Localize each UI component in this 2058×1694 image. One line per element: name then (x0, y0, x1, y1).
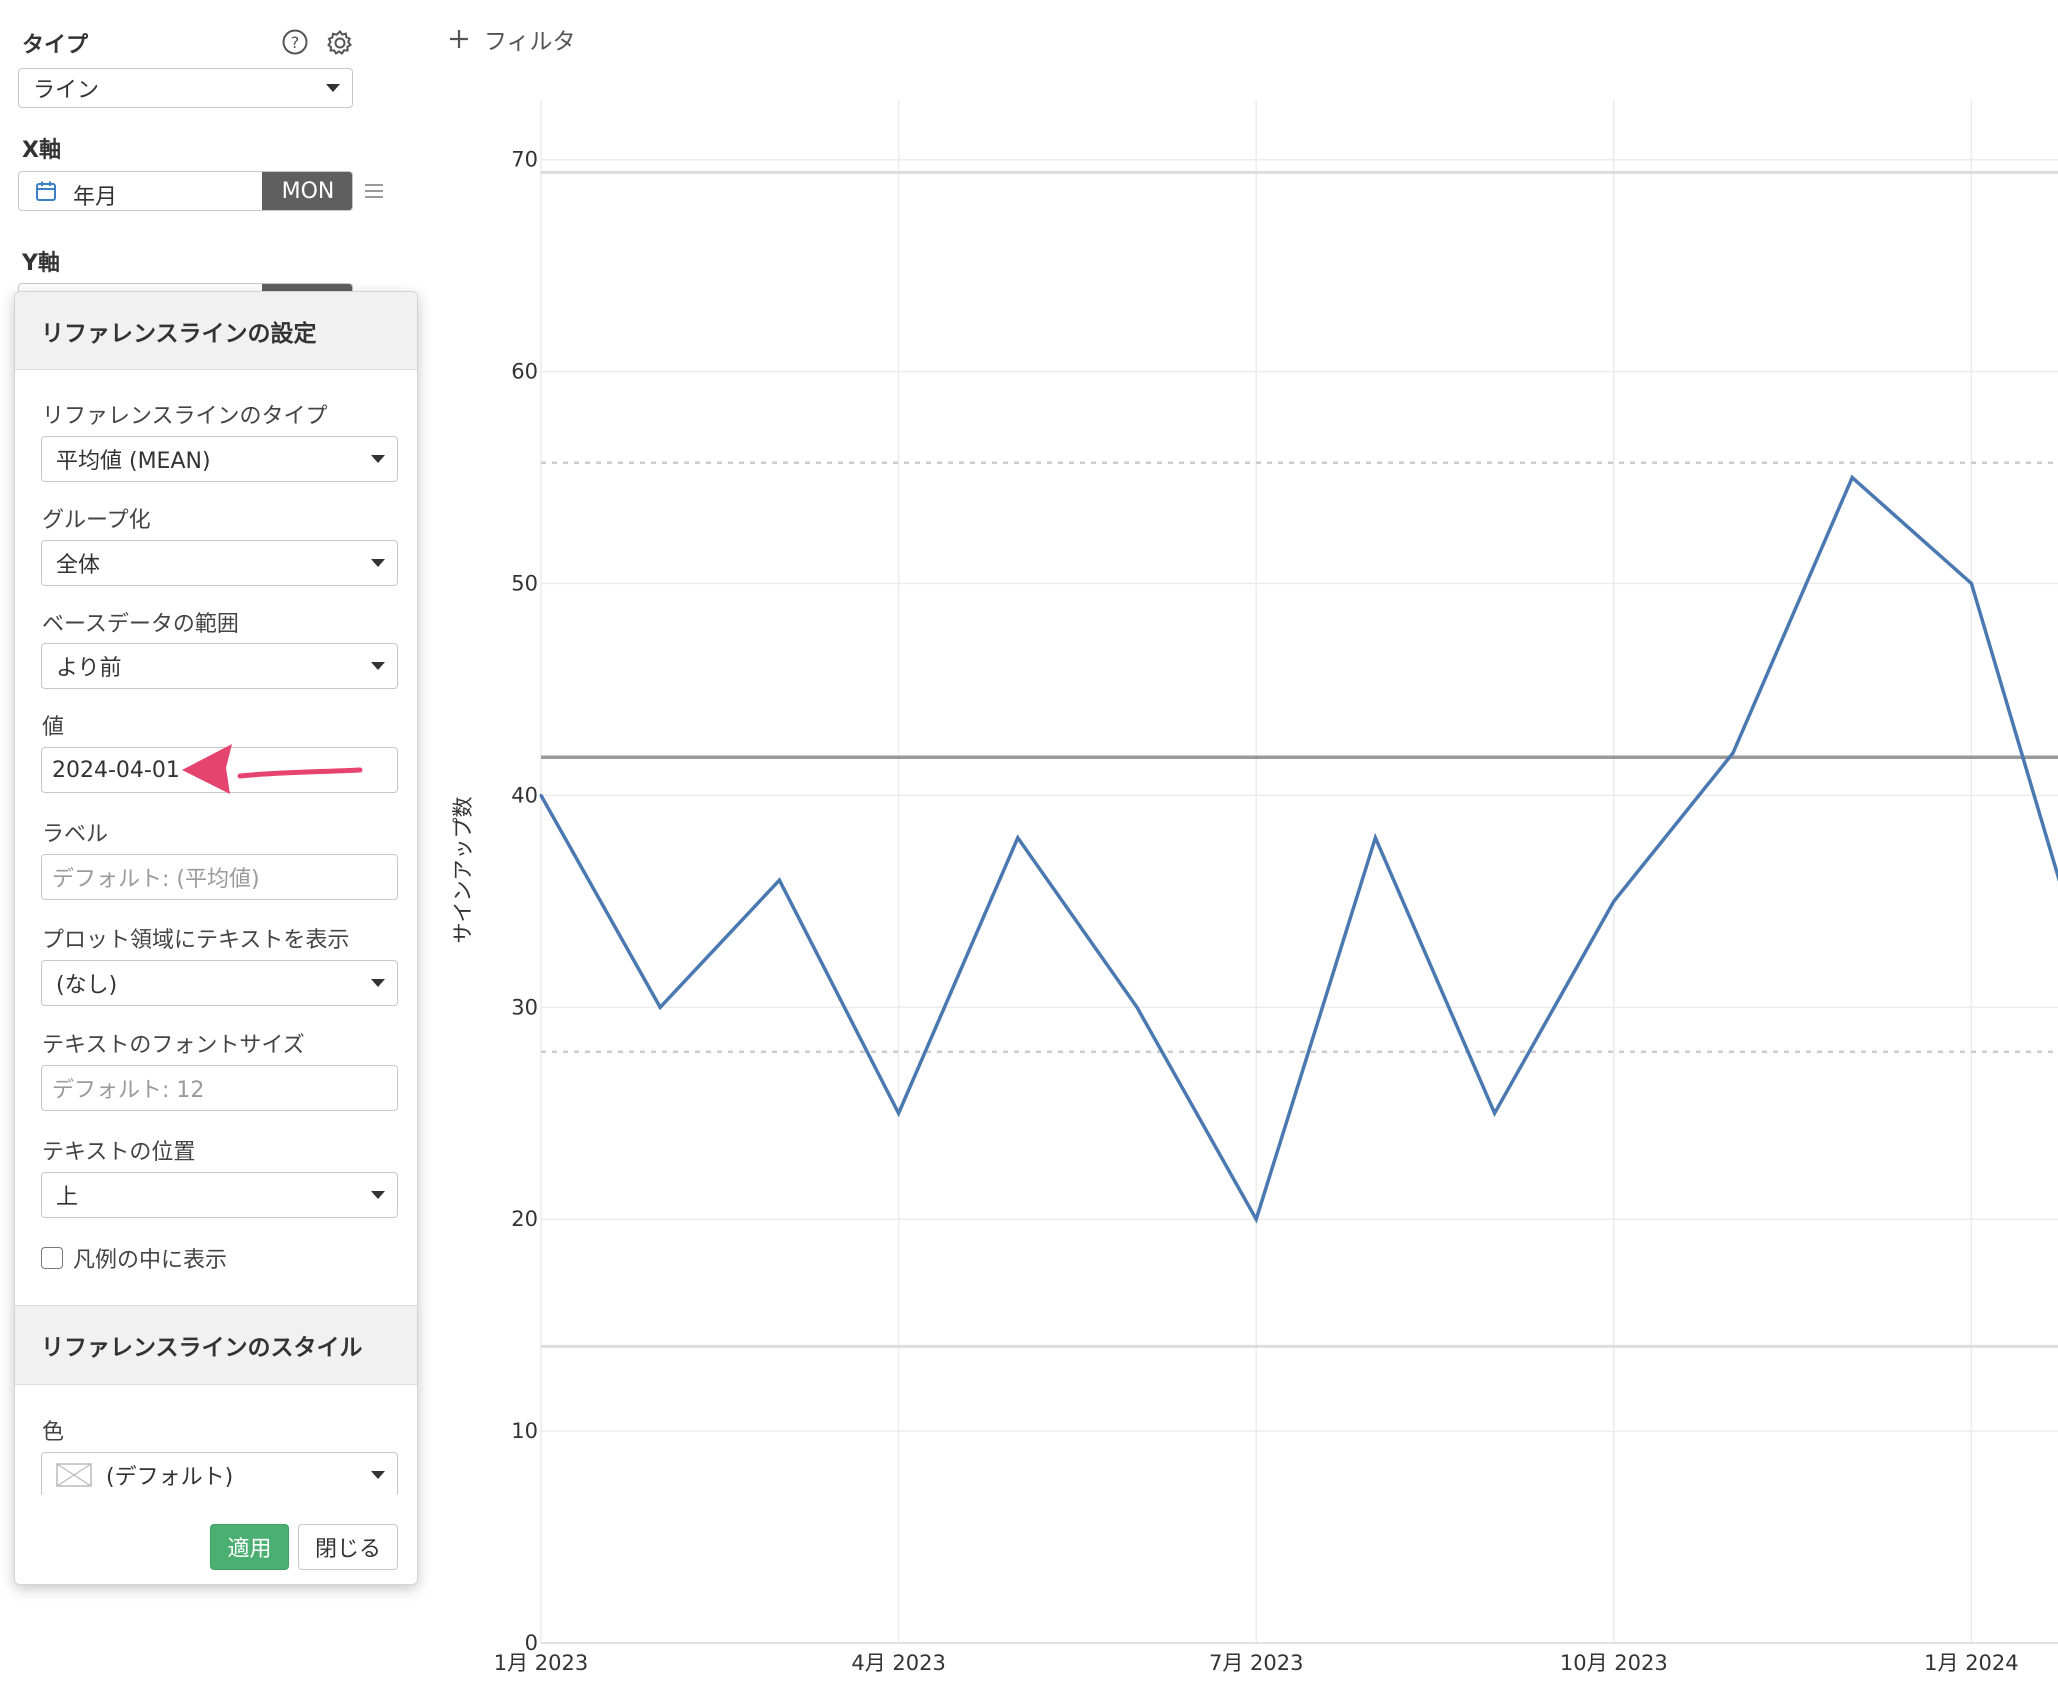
line-type-label: リファレンスラインのタイプ (42, 404, 328, 429)
text-position-value: 上 (56, 1185, 79, 1210)
data-point (658, 1005, 662, 1009)
chevron-down-icon (371, 662, 385, 670)
y-tick-label: 30 (511, 995, 538, 1019)
x-tick-label: 1月 2023 (494, 1651, 588, 1675)
close-button[interactable]: 閉じる (298, 1524, 398, 1570)
data-point (1016, 836, 1020, 840)
legend-checkbox[interactable] (41, 1247, 63, 1269)
grouping-select[interactable]: 全体 (41, 540, 398, 586)
text-display-label: プロット領域にテキストを表示 (42, 928, 350, 953)
reference-line-popover: リファレンスラインの設定 リファレンスラインのタイプ 平均値 (MEAN) グル… (14, 291, 418, 1585)
font-size-input[interactable]: デフォルト: 12 (41, 1065, 398, 1111)
no-color-swatch-icon (56, 1463, 92, 1487)
x-tick-label: 1月 2024 (1924, 1651, 2018, 1675)
y-tick-label: 40 (511, 783, 538, 807)
data-point (1254, 1217, 1258, 1221)
color-value: (デフォルト) (106, 1465, 234, 1490)
y-tick-label: 50 (511, 572, 538, 596)
grouping-value: 全体 (56, 553, 101, 578)
base-range-value: より前 (56, 656, 122, 681)
data-point (1135, 1005, 1139, 1009)
base-range-select[interactable]: より前 (41, 643, 398, 689)
y-tick-label: 20 (511, 1207, 538, 1231)
label-field-label: ラベル (42, 822, 109, 847)
line-type-value: 平均値 (MEAN) (56, 449, 211, 474)
value-input-text: 2024-04-01 (52, 757, 180, 783)
annotation-arrow (182, 744, 363, 794)
y-tick-label: 60 (511, 360, 538, 384)
apply-button[interactable]: 適用 (210, 1524, 289, 1570)
label-input-placeholder: デフォルト: (平均値) (52, 867, 260, 892)
font-size-label: テキストのフォントサイズ (42, 1033, 305, 1058)
popover-title: リファレンスラインの設定 (15, 292, 417, 370)
chevron-down-icon (371, 1471, 385, 1479)
chevron-down-icon (371, 455, 385, 463)
text-display-value: (なし) (56, 973, 118, 998)
color-select[interactable]: (デフォルト) (41, 1452, 398, 1498)
data-point (777, 878, 781, 882)
x-tick-label: 7月 2023 (1209, 1651, 1303, 1675)
y-axis-label: サインアップ数 (451, 797, 475, 944)
value-label: 値 (42, 715, 65, 740)
chevron-down-icon (371, 979, 385, 987)
series-line (539, 474, 2058, 1224)
data-point (1969, 582, 1973, 585)
data-point (1612, 899, 1616, 903)
y-tick-label: 70 (511, 148, 538, 172)
chevron-down-icon (371, 559, 385, 567)
text-display-select[interactable]: (なし) (41, 960, 398, 1006)
text-position-label: テキストの位置 (42, 1140, 196, 1165)
data-point (539, 793, 543, 797)
legend-checkbox-row[interactable]: 凡例の中に表示 (41, 1242, 227, 1274)
color-label: 色 (42, 1420, 65, 1445)
font-size-placeholder: デフォルト: 12 (52, 1078, 205, 1103)
data-point (897, 1111, 901, 1115)
data-point (1731, 751, 1735, 755)
label-input[interactable]: デフォルト: (平均値) (41, 854, 398, 900)
legend-checkbox-label: 凡例の中に表示 (73, 1248, 228, 1273)
y-tick-label: 10 (511, 1419, 538, 1443)
base-range-label: ベースデータの範囲 (42, 612, 239, 637)
style-section-title: リファレンスラインのスタイル (15, 1305, 417, 1385)
text-position-select[interactable]: 上 (41, 1172, 398, 1218)
data-point (1493, 1111, 1497, 1115)
grouping-label: グループ化 (42, 508, 151, 533)
data-point (1850, 476, 1854, 480)
line-type-select[interactable]: 平均値 (MEAN) (41, 436, 398, 482)
data-point (1373, 836, 1377, 840)
chevron-down-icon (371, 1191, 385, 1199)
x-tick-label: 10月 2023 (1560, 1651, 1668, 1675)
x-tick-label: 4月 2023 (851, 1651, 945, 1675)
